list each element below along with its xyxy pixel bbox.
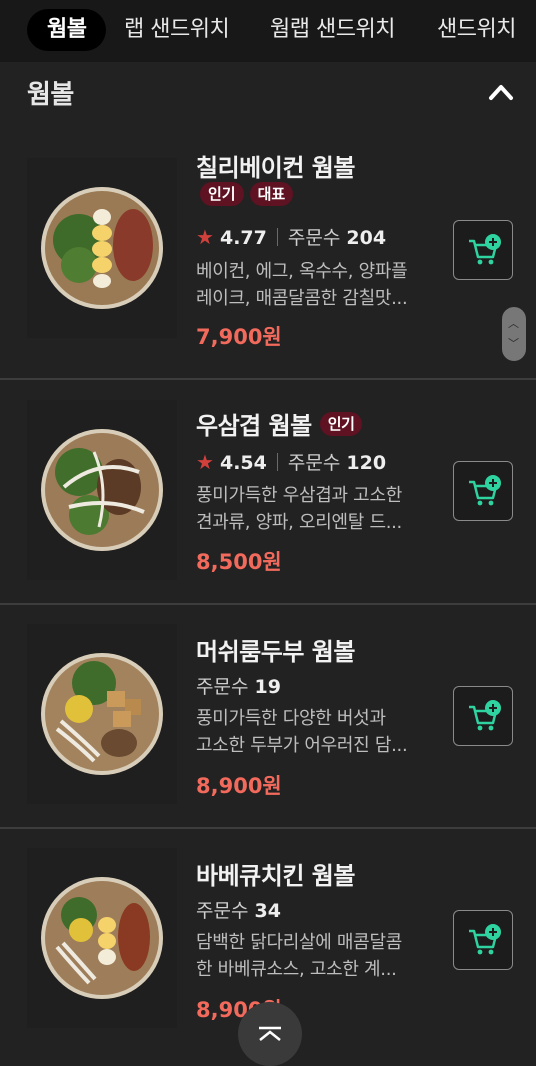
food-image <box>27 848 177 1028</box>
tab-warm-wrap-sandwich[interactable]: 웜랩 샌드위치 <box>270 9 395 51</box>
item-price: 7,900원 <box>196 325 282 349</box>
arrow-up-icon <box>259 1026 281 1041</box>
cart-plus-icon <box>469 700 501 731</box>
item-name[interactable]: 머쉬룸두부 웜볼 <box>196 632 355 667</box>
food-image <box>27 158 177 338</box>
item-stats: 주문수 34 <box>196 896 281 923</box>
desc-line: 한 바베큐소스, 고소한 계... <box>196 959 397 980</box>
desc-line: 담백한 닭다리살에 매콤달콤 <box>196 932 402 953</box>
food-image <box>27 624 177 804</box>
desc-line: 견과류, 양파, 오리엔탈 드... <box>196 512 402 533</box>
orders-count: 19 <box>254 676 281 698</box>
item-name-text: 우삼겹 웜볼 <box>196 412 312 440</box>
add-to-cart-button[interactable] <box>453 686 513 746</box>
rating-value: 4.77 <box>219 227 267 249</box>
star-icon: ★ <box>196 450 214 474</box>
orders-count: 120 <box>346 452 387 474</box>
section-header[interactable]: 웜볼 <box>0 62 536 122</box>
rating-value: 4.54 <box>219 452 267 474</box>
badge-row: 인기 대표 <box>200 182 299 206</box>
desc-line: 풍미가득한 우삼겹과 고소한 <box>196 485 402 506</box>
item-name[interactable]: 칠리베이컨 웜볼 <box>196 148 355 183</box>
add-to-cart-button[interactable] <box>453 220 513 280</box>
item-stats: ★ 4.77 주문수 204 <box>196 223 386 250</box>
section-title: 웜볼 <box>27 80 74 110</box>
desc-line: 풍미가득한 다양한 버섯과 <box>196 708 386 729</box>
item-price: 8,500원 <box>196 550 282 574</box>
chevron-up-icon: ︿ <box>508 317 519 330</box>
divider <box>276 453 278 471</box>
orders-label: 주문수 <box>196 900 249 922</box>
desc-line: 고소한 두부가 어우러진 담... <box>196 735 408 756</box>
orders-label: 주문수 <box>287 452 341 474</box>
divider <box>0 827 536 829</box>
item-name[interactable]: 우삼겹 웜볼 인기 <box>196 406 363 441</box>
scroll-to-top-button[interactable] <box>238 1002 302 1066</box>
star-icon: ★ <box>196 225 214 249</box>
add-to-cart-button[interactable] <box>453 461 513 521</box>
desc-line: 베이컨, 에그, 옥수수, 양파플 <box>196 261 408 282</box>
badge-signature: 대표 <box>249 182 294 206</box>
tab-sandwich[interactable]: 샌드위치 <box>437 9 516 51</box>
item-description: 풍미가득한 우삼겹과 고소한 견과류, 양파, 오리엔탈 드... <box>196 482 428 536</box>
divider <box>0 603 536 605</box>
cart-plus-icon <box>469 924 501 955</box>
item-stats: 주문수 19 <box>196 672 281 699</box>
cart-plus-icon <box>469 475 501 506</box>
item-stats: ★ 4.54 주문수 120 <box>196 448 386 475</box>
orders-count: 204 <box>346 227 387 249</box>
tab-wrap-sandwich[interactable]: 랩 샌드위치 <box>124 9 230 51</box>
add-to-cart-button[interactable] <box>453 910 513 970</box>
category-tab-bar: 웜볼 랩 샌드위치 웜랩 샌드위치 샌드위치 <box>0 0 536 62</box>
chevron-down-icon: ﹀ <box>508 337 519 350</box>
scroll-handle[interactable]: ︿ ﹀ <box>502 307 526 361</box>
food-image <box>27 400 177 580</box>
orders-count: 34 <box>254 900 281 922</box>
item-description: 풍미가득한 다양한 버섯과 고소한 두부가 어우러진 담... <box>196 705 428 759</box>
desc-line: 레이크, 매콤달콤한 감칠맛... <box>196 288 408 309</box>
tab-warm-bowl[interactable]: 웜볼 <box>27 9 107 51</box>
badge-popular: 인기 <box>319 412 363 436</box>
divider <box>276 228 278 246</box>
chevron-up-icon[interactable] <box>486 78 516 104</box>
item-price: 8,900원 <box>196 774 282 798</box>
orders-label: 주문수 <box>196 676 249 698</box>
cart-plus-icon <box>469 234 501 265</box>
orders-label: 주문수 <box>287 227 341 249</box>
item-description: 담백한 닭다리살에 매콤달콤 한 바베큐소스, 고소한 계... <box>196 929 428 983</box>
item-name[interactable]: 바베큐치킨 웜볼 <box>196 856 355 891</box>
divider <box>0 378 536 380</box>
badge-popular: 인기 <box>200 182 244 206</box>
item-description: 베이컨, 에그, 옥수수, 양파플 레이크, 매콤달콤한 감칠맛... <box>196 258 428 312</box>
